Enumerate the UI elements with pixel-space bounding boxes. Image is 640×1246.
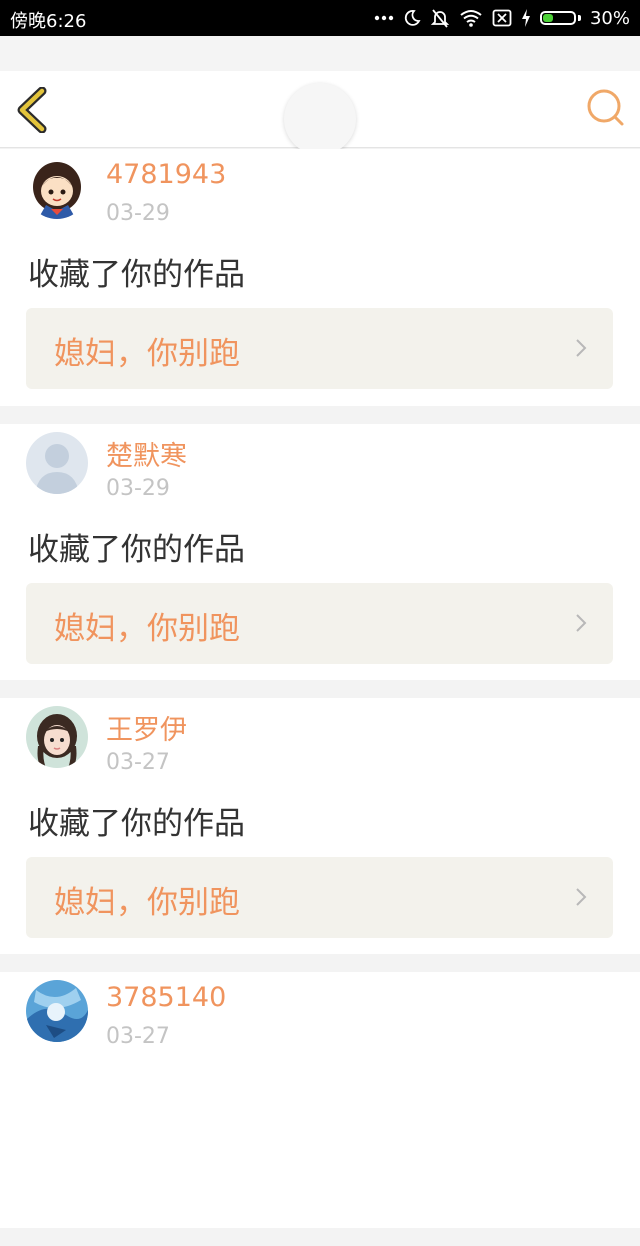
notification-card: 4781943 03-29 收藏了你的作品 媳妇，你别跑: [0, 149, 640, 406]
work-title: 媳妇，你别跑: [54, 611, 240, 647]
charging-icon: [521, 9, 530, 27]
avatar[interactable]: [26, 157, 88, 219]
work-link[interactable]: 媳妇，你别跑: [26, 308, 613, 389]
date: 03-27: [106, 1024, 170, 1049]
search-button[interactable]: [586, 88, 626, 128]
work-title: 媳妇，你别跑: [54, 885, 240, 921]
search-icon: [587, 89, 624, 126]
date: 03-29: [106, 201, 170, 226]
more-dots-icon: [374, 15, 394, 21]
status-time: 傍晚6:26: [10, 11, 87, 32]
sim-off-icon: [492, 9, 512, 27]
notification-feed: 4781943 03-29 收藏了你的作品 媳妇，你别跑 楚默寒 03-29 收…: [0, 149, 640, 1246]
notification-card: 3785140 03-27: [0, 972, 640, 1228]
date: 03-27: [106, 750, 170, 775]
navigation-bar: 消息: [0, 71, 640, 155]
action-text: 收藏了你的作品: [28, 532, 245, 568]
floating-bubble[interactable]: [284, 83, 356, 155]
username[interactable]: 王罗伊: [106, 708, 187, 747]
notification-card: 楚默寒 03-29 收藏了你的作品 媳妇，你别跑: [0, 424, 640, 680]
username[interactable]: 4781943: [106, 159, 226, 190]
work-title: 媳妇，你别跑: [54, 336, 240, 372]
action-text: 收藏了你的作品: [28, 806, 245, 842]
status-bar: 傍晚6:26 30%: [0, 0, 640, 36]
avatar[interactable]: [26, 432, 88, 494]
date: 03-29: [106, 476, 170, 501]
battery-icon: [539, 11, 581, 25]
header-spacer: [0, 36, 640, 71]
action-text: 收藏了你的作品: [28, 257, 245, 293]
notification-card: 王罗伊 03-27 收藏了你的作品 媳妇，你别跑: [0, 698, 640, 954]
moon-icon: [404, 10, 421, 26]
chevron-right-icon: [576, 339, 587, 357]
status-icons: 30%: [374, 5, 630, 31]
chevron-right-icon: [576, 614, 587, 632]
wifi-icon: [460, 10, 482, 27]
avatar[interactable]: [26, 706, 88, 768]
bell-off-icon: [430, 9, 450, 28]
username[interactable]: 楚默寒: [106, 434, 187, 473]
username[interactable]: 3785140: [106, 982, 226, 1013]
avatar[interactable]: [26, 980, 88, 1042]
work-link[interactable]: 媳妇，你别跑: [26, 583, 613, 664]
chevron-right-icon: [576, 888, 587, 906]
work-link[interactable]: 媳妇，你别跑: [26, 857, 613, 938]
battery-percent: 30%: [589, 7, 630, 29]
